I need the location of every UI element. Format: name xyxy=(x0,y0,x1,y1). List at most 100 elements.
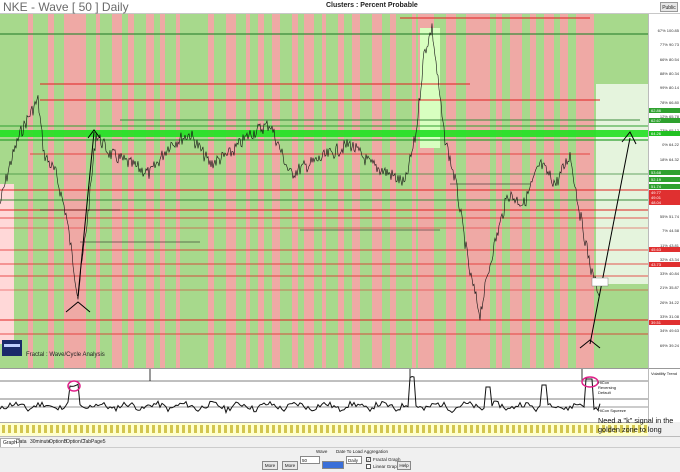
date-tick xyxy=(26,425,29,433)
zone-red xyxy=(510,14,522,368)
date-tick xyxy=(584,425,587,433)
fractal-legend: Fractal : Wave/Cycle Analysis xyxy=(26,352,105,358)
date-tick xyxy=(326,425,329,433)
date-tick xyxy=(62,425,65,433)
date-tick xyxy=(590,425,593,433)
date-tick xyxy=(386,425,389,433)
price-chart-pane[interactable]: Fractal : Wave/Cycle Analysis xyxy=(0,14,648,368)
date-tick xyxy=(56,425,59,433)
date-tick xyxy=(146,425,149,433)
date-tick xyxy=(254,425,257,433)
date-tick xyxy=(542,425,545,433)
date-tick xyxy=(44,425,47,433)
date-tick xyxy=(314,425,317,433)
price-axis-label: 66% 80.54 xyxy=(659,56,679,62)
date-tick xyxy=(458,425,461,433)
date-tick xyxy=(518,425,521,433)
date-tick xyxy=(98,425,101,433)
date-tick xyxy=(368,425,371,433)
date-tick xyxy=(470,425,473,433)
date-tick xyxy=(74,425,77,433)
zone-red xyxy=(146,14,154,368)
date-tick xyxy=(152,425,155,433)
more-button-2[interactable]: More xyxy=(282,461,298,470)
price-axis-label: 78% 66.80 xyxy=(659,99,679,105)
date-tick xyxy=(38,425,41,433)
date-tick xyxy=(110,425,113,433)
date-tick xyxy=(68,425,71,433)
date-tick xyxy=(416,425,419,433)
zone-red xyxy=(128,14,134,368)
date-tick xyxy=(428,425,431,433)
date-tick xyxy=(242,425,245,433)
linear-graph-checkbox[interactable] xyxy=(366,464,371,469)
date-tick xyxy=(170,425,173,433)
price-axis-label: 7% 44.58 xyxy=(662,228,679,234)
date-tick xyxy=(398,425,401,433)
brand-logo-stripe xyxy=(4,344,20,347)
price-axis-label: 69% 39.24 xyxy=(659,342,679,348)
date-tick xyxy=(158,425,161,433)
tab-data[interactable]: Data xyxy=(14,438,29,447)
chart-title: Clusters : Percent Probable xyxy=(326,2,418,9)
date-tick xyxy=(410,425,413,433)
date-tick xyxy=(392,425,395,433)
date-tick xyxy=(200,425,203,433)
public-button[interactable]: Public xyxy=(660,2,678,12)
date-tick xyxy=(248,425,251,433)
date-tick xyxy=(566,425,569,433)
price-level-badge: 53.68 xyxy=(649,170,680,175)
fractal-graph-checkbox[interactable]: ✓ xyxy=(366,457,371,462)
date-tick xyxy=(494,425,497,433)
price-axis-label: 88% 80.34 xyxy=(659,70,679,76)
brand-logo xyxy=(2,340,22,356)
date-tick xyxy=(554,425,557,433)
price-level-badge: 52.19 xyxy=(649,177,680,182)
date-tick xyxy=(572,425,575,433)
date-tick xyxy=(422,425,425,433)
date-tick xyxy=(350,425,353,433)
zone-red xyxy=(160,14,165,368)
date-tick xyxy=(212,425,215,433)
date-tick xyxy=(524,425,527,433)
price-axis-label: 55% 51.74 xyxy=(659,213,679,219)
wave-select[interactable]: 50 xyxy=(300,456,320,464)
date-tick xyxy=(488,425,491,433)
price-level-badge: 48.04 xyxy=(649,200,680,205)
date-tick xyxy=(512,425,515,433)
zone-red xyxy=(446,14,456,368)
date-axis-canvas xyxy=(2,425,647,433)
date-tick xyxy=(272,425,275,433)
zone-red xyxy=(208,14,214,368)
price-axis-label: 33% 31.08 xyxy=(659,314,679,319)
date-tick xyxy=(362,425,365,433)
date-tick xyxy=(536,425,539,433)
more-button-1[interactable]: More xyxy=(262,461,278,470)
date-tick xyxy=(266,425,269,433)
oscillator-axis: Volatility Trend xyxy=(648,368,680,422)
date-tick xyxy=(278,425,281,433)
window-title: NKE - Wave [ 50 ] Daily xyxy=(3,0,129,14)
date-input[interactable] xyxy=(322,461,344,469)
date-tick xyxy=(50,425,53,433)
oscillator-pane[interactable] xyxy=(0,368,648,422)
price-axis-label: 0% 64.22 xyxy=(662,142,679,148)
period-select[interactable]: Daily xyxy=(346,456,362,464)
zone-red xyxy=(258,14,264,368)
date-tick xyxy=(122,425,125,433)
date-axis xyxy=(0,422,648,436)
zone-red xyxy=(96,14,100,368)
price-axis[interactable]: 67% 100.85 77% 90.73 66% 80.54 88% 80.34 99%… xyxy=(648,14,680,368)
zone-red xyxy=(292,14,298,368)
price-level-badge: 45.63 xyxy=(649,247,680,252)
date-load-label: Date To Load Aggregation xyxy=(336,449,388,454)
zone-red xyxy=(530,14,536,368)
price-axis-label: 77% 90.73 xyxy=(659,42,679,48)
price-chart-canvas xyxy=(0,14,648,368)
help-button[interactable]: Help xyxy=(397,461,411,470)
osc-top-label: Volatility Trend xyxy=(651,371,678,376)
price-level-badge: 43.73 xyxy=(649,262,680,267)
zone-red xyxy=(544,14,554,368)
tab-tabpage5[interactable]: TabPage5 xyxy=(81,438,108,447)
osc-label-squeeze: HiCon Squeeze xyxy=(598,408,627,413)
